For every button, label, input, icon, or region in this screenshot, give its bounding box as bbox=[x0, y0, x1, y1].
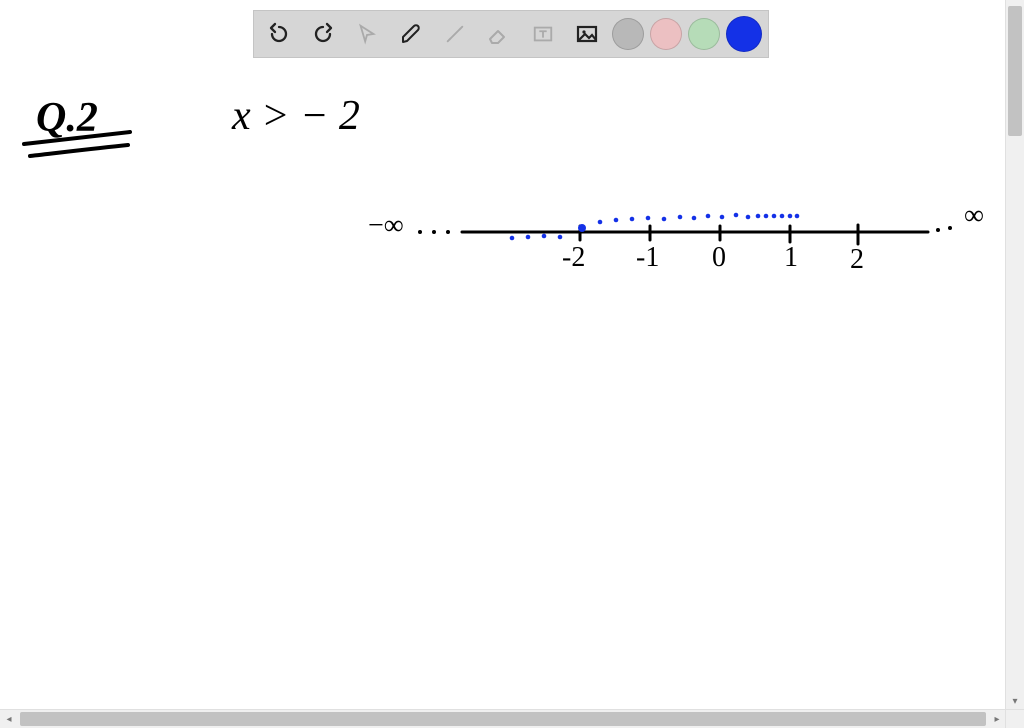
color-swatch-gray[interactable] bbox=[612, 18, 644, 50]
color-swatch-green[interactable] bbox=[688, 18, 720, 50]
pointer-button[interactable] bbox=[348, 15, 386, 53]
tick-label-1: 1 bbox=[784, 242, 798, 274]
scroll-right-arrow-icon[interactable]: ▸ bbox=[988, 710, 1006, 728]
handwriting-svg bbox=[0, 0, 1006, 710]
scroll-corner bbox=[1005, 709, 1024, 728]
undo-button[interactable] bbox=[260, 15, 298, 53]
color-swatch-blue[interactable] bbox=[726, 16, 762, 52]
vertical-scrollbar[interactable]: ▾ bbox=[1005, 0, 1024, 710]
eraser-button[interactable] bbox=[480, 15, 518, 53]
scroll-down-arrow-icon[interactable]: ▾ bbox=[1006, 692, 1024, 710]
redo-icon bbox=[311, 22, 335, 46]
tools-button[interactable] bbox=[436, 15, 474, 53]
handwriting-layer: Q.2 x > − 2 −∞ ∞ -2 -1 0 1 2 bbox=[0, 0, 1006, 710]
scroll-left-arrow-icon[interactable]: ◂ bbox=[0, 710, 18, 728]
neg-infinity-label: −∞ bbox=[368, 210, 404, 242]
redo-button[interactable] bbox=[304, 15, 342, 53]
textbox-icon bbox=[532, 23, 554, 45]
drawing-canvas[interactable]: Q.2 x > − 2 −∞ ∞ -2 -1 0 1 2 bbox=[0, 0, 1006, 710]
horizontal-scrollbar[interactable]: ◂ ▸ bbox=[0, 709, 1006, 728]
tick-label-neg1: -1 bbox=[636, 242, 659, 274]
inequality-text: x > − 2 bbox=[232, 92, 360, 140]
vertical-scroll-thumb[interactable] bbox=[1008, 6, 1022, 136]
tick-label-neg2: -2 bbox=[562, 242, 585, 274]
pen-icon bbox=[399, 22, 423, 46]
tick-label-2: 2 bbox=[850, 244, 864, 276]
pointer-icon bbox=[356, 23, 378, 45]
color-swatch-pink[interactable] bbox=[650, 18, 682, 50]
image-icon bbox=[575, 22, 599, 46]
eraser-icon bbox=[487, 22, 511, 46]
drawing-toolbar bbox=[253, 10, 769, 58]
undo-icon bbox=[267, 22, 291, 46]
question-label: Q.2 bbox=[36, 94, 98, 142]
app-viewport: Q.2 x > − 2 −∞ ∞ -2 -1 0 1 2 bbox=[0, 0, 1024, 728]
image-button[interactable] bbox=[568, 15, 606, 53]
tick-label-0: 0 bbox=[712, 242, 726, 274]
horizontal-scroll-thumb[interactable] bbox=[20, 712, 986, 726]
tools-icon bbox=[444, 23, 466, 45]
textbox-button[interactable] bbox=[524, 15, 562, 53]
pen-button[interactable] bbox=[392, 15, 430, 53]
pos-infinity-label: ∞ bbox=[964, 200, 984, 232]
